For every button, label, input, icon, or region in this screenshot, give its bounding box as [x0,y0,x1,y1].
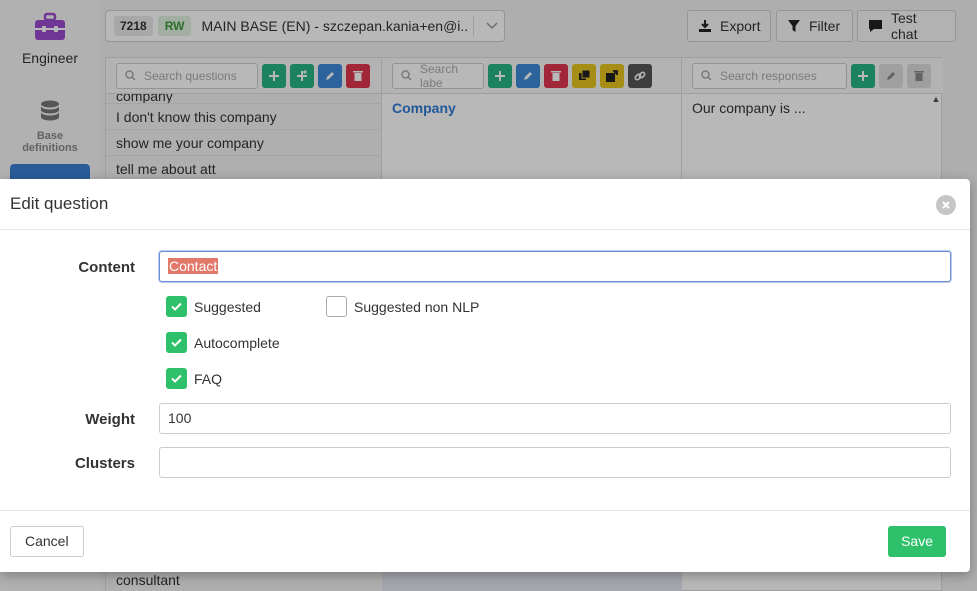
weight-input[interactable]: 100 [159,403,951,434]
save-button[interactable]: Save [888,526,946,557]
cancel-button[interactable]: Cancel [10,526,84,557]
content-value: Contact [168,258,219,274]
autocomplete-checkbox[interactable]: Autocomplete [166,332,280,353]
modal-title: Edit question [10,194,109,213]
content-label: Content [78,259,135,276]
close-button[interactable] [936,195,956,215]
edit-question-modal: Edit question Content Contact Suggested … [0,179,970,572]
clusters-input[interactable] [159,447,951,478]
weight-label: Weight [85,411,135,428]
checkbox-empty-icon [326,296,347,317]
check-icon [166,368,187,389]
close-icon [942,201,950,209]
modal-footer: Cancel Save [0,510,970,572]
suggested-non-nlp-checkbox[interactable]: Suggested non NLP [326,296,479,317]
modal-header: Edit question [0,179,970,230]
faq-checkbox[interactable]: FAQ [166,368,222,389]
content-input[interactable]: Contact [159,251,951,282]
check-icon [166,296,187,317]
clusters-label: Clusters [74,455,135,472]
check-icon [166,332,187,353]
suggested-checkbox[interactable]: Suggested [166,296,261,317]
